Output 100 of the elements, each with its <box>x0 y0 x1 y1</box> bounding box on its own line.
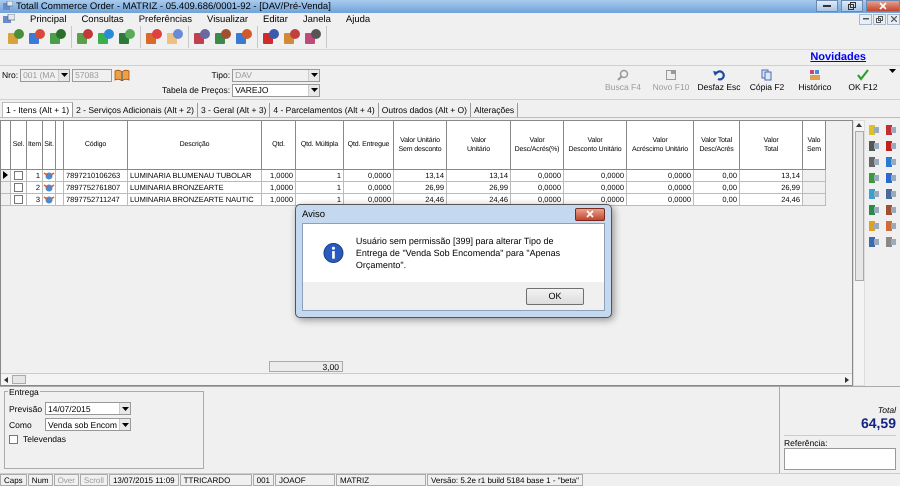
televendas-checkbox[interactable] <box>9 434 18 444</box>
dialog-message: Usuário sem permissão [399] para alterar Tipo de Entrega de "Venda Sob Encomenda" para "Apenas Orçamento". <box>356 235 562 271</box>
side-tool-icon[interactable] <box>885 124 898 136</box>
side-tool-icon[interactable] <box>868 140 880 152</box>
scroll-right-icon[interactable] <box>845 376 849 383</box>
news-link[interactable]: Novidades <box>810 51 866 64</box>
ok-button[interactable]: OK <box>526 288 584 304</box>
side-tool-icon[interactable] <box>885 172 898 184</box>
table-cell <box>803 182 826 194</box>
toolbar-icon[interactable] <box>262 28 280 46</box>
status-icon <box>43 194 55 204</box>
restore-icon <box>848 2 856 10</box>
side-tool-icon[interactable] <box>868 156 880 168</box>
toolbar-icon[interactable] <box>235 28 253 46</box>
toolbar-icon[interactable] <box>97 28 115 46</box>
toolbar-icon[interactable] <box>166 28 184 46</box>
menu-item[interactable]: Janela <box>302 14 331 25</box>
status-icon <box>43 182 55 192</box>
field-label: Nro: <box>2 70 18 80</box>
toolbar-icon[interactable] <box>28 28 46 46</box>
scrollbar-thumb[interactable] <box>854 130 864 281</box>
close-button[interactable] <box>575 208 605 220</box>
dropdown-caret-icon <box>60 73 68 78</box>
group-title: Entrega <box>8 387 40 398</box>
menu-item[interactable]: Ajuda <box>346 14 370 25</box>
tab[interactable]: 1 - Itens (Alt + 1) <box>2 102 74 117</box>
close-button[interactable] <box>887 14 900 25</box>
close-icon <box>586 210 594 218</box>
toolbar-icon[interactable] <box>193 28 211 46</box>
toolbar-icon[interactable] <box>145 28 163 46</box>
toolbar-button[interactable]: OK F12 <box>841 68 885 92</box>
row-checkbox[interactable] <box>14 170 23 180</box>
restore-button[interactable] <box>873 14 886 25</box>
toolbar-icon[interactable] <box>214 28 232 46</box>
toolbar-icon[interactable] <box>7 28 25 46</box>
scroll-up-icon[interactable] <box>856 122 862 127</box>
tab[interactable]: Outros dados (Alt + O) <box>378 102 472 117</box>
status-cell: TTRICARDO <box>180 474 252 486</box>
search-icon <box>617 68 629 81</box>
status-cell: 13/07/2015 11:09 <box>108 474 179 486</box>
checkmark-icon <box>857 68 869 81</box>
side-tool-icon[interactable] <box>885 204 898 216</box>
close-icon <box>879 2 887 10</box>
side-tool-icon[interactable] <box>868 236 880 248</box>
status-cell: Caps <box>0 474 27 486</box>
toolbar-button[interactable]: Cópia F2 <box>745 68 789 92</box>
status-cell: Versão: 5.2e r1 build 5184 base 1 - "beta" <box>426 474 583 486</box>
window-title: Totall Commerce Order - MATRIZ - 05.409.686/0001-92 - [DAV/Pré-Venda] <box>16 0 332 12</box>
menu-item[interactable]: Consultas <box>81 14 124 25</box>
toolbar-icon[interactable] <box>304 28 322 46</box>
side-tool-icon[interactable] <box>885 236 898 248</box>
menu-item[interactable]: Preferências <box>138 14 192 25</box>
column-header[interactable] <box>56 120 64 170</box>
date-dropdown[interactable]: 14/07/2015 <box>45 402 131 416</box>
status-cell: Num <box>28 474 53 486</box>
side-tool-icon[interactable] <box>885 156 898 168</box>
side-tool-icon[interactable] <box>885 220 898 232</box>
total-value: 64,59 <box>860 415 896 432</box>
menu-item[interactable]: Visualizar <box>207 14 248 25</box>
price-table-dropdown[interactable]: VAREJO <box>232 84 320 97</box>
status-cell: Over <box>54 474 79 486</box>
field-label: Previsão <box>9 404 43 414</box>
minimize-button[interactable] <box>859 14 872 25</box>
dropdown-caret-icon <box>889 68 896 73</box>
side-tool-icon[interactable] <box>885 140 898 152</box>
side-tool-icon[interactable] <box>885 188 898 200</box>
delivery-type-dropdown[interactable]: Venda sob Encom <box>45 418 131 432</box>
menu-item[interactable]: Editar <box>263 14 288 25</box>
book-icon[interactable] <box>114 69 130 82</box>
close-icon <box>890 16 896 22</box>
toolbar-button[interactable]: Desfaz Esc <box>697 68 741 92</box>
status-cell: JOAOF <box>274 474 335 486</box>
scroll-left-icon[interactable] <box>4 376 8 383</box>
minimize-button[interactable] <box>816 0 838 12</box>
status-cell: MATRIZ <box>336 474 426 486</box>
tab[interactable]: Alterações <box>471 102 518 117</box>
row-checkbox[interactable] <box>14 182 23 192</box>
menu-item[interactable]: Principal <box>30 14 66 25</box>
document-icon <box>665 68 677 81</box>
scrollbar-thumb[interactable] <box>12 375 26 384</box>
restore-button[interactable] <box>841 0 863 12</box>
toolbar-icon[interactable] <box>118 28 136 46</box>
undo-icon <box>713 68 725 81</box>
document-icon <box>3 14 15 24</box>
toolbar-icon[interactable] <box>76 28 94 46</box>
row-checkbox[interactable] <box>14 194 23 204</box>
reference-field[interactable] <box>784 448 896 470</box>
copy-icon <box>761 68 773 81</box>
toolbar-icon[interactable] <box>283 28 301 46</box>
close-button[interactable] <box>866 0 900 12</box>
field-label: Tabela de Preços: <box>161 85 230 96</box>
dropdown-caret-icon <box>310 73 318 78</box>
side-tool-icon[interactable] <box>868 172 880 184</box>
dropdown-caret-icon <box>122 422 128 427</box>
toolbar-icon[interactable] <box>49 28 67 46</box>
toolbar-button[interactable]: Histórico <box>793 68 837 92</box>
total-label: Total <box>876 405 896 416</box>
side-tool-icon[interactable] <box>868 204 880 216</box>
info-icon <box>323 242 344 264</box>
field-label: Tipo: <box>210 70 230 80</box>
